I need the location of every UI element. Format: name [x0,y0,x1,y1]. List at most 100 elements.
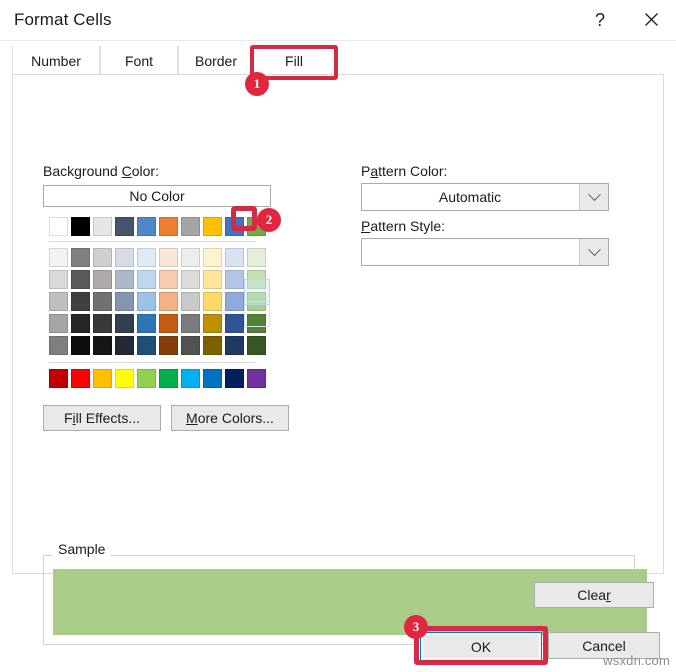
color-swatch[interactable] [137,248,156,267]
more-colors-button[interactable]: More Colors... [171,405,289,431]
color-swatch[interactable] [181,270,200,289]
color-swatch[interactable] [71,369,90,388]
format-cells-dialog: Format Cells ? NumberFontBorderFill Back… [0,0,676,672]
color-swatch[interactable] [115,248,134,267]
fill-tab-panel: Background Color: No Color Fill Effects.… [12,74,664,574]
color-swatch[interactable] [71,314,90,333]
color-swatch[interactable] [71,292,90,311]
color-swatch[interactable] [225,314,244,333]
ok-button-label: OK [422,634,540,659]
color-swatch[interactable] [203,217,222,236]
palette-tint-row-3 [49,292,256,312]
color-swatch[interactable] [115,336,134,355]
color-swatch[interactable] [115,270,134,289]
color-swatch[interactable] [181,248,200,267]
color-swatch[interactable] [203,248,222,267]
color-swatch[interactable] [115,314,134,333]
color-swatch[interactable] [93,292,112,311]
color-swatch[interactable] [49,369,68,388]
color-swatch[interactable] [159,314,178,333]
color-swatch[interactable] [71,336,90,355]
palette-standard-row [49,369,256,389]
chevron-down-icon[interactable] [579,184,608,210]
color-swatch[interactable] [137,336,156,355]
cancel-label: Cancel [582,638,626,654]
close-button[interactable] [628,0,674,39]
annotation-badge-2: 2 [257,208,281,232]
background-color-label: Background Color: [43,163,159,179]
annotation-badge-3: 3 [404,615,428,639]
color-swatch[interactable] [137,314,156,333]
watermark: wsxdn.com [603,653,670,668]
color-swatch[interactable] [159,369,178,388]
color-swatch[interactable] [225,369,244,388]
more-colors-label: More Colors... [186,410,274,426]
ok-button[interactable]: OK [420,632,542,661]
color-swatch[interactable] [137,217,156,236]
color-swatch[interactable] [93,217,112,236]
color-swatch[interactable] [181,292,200,311]
color-swatch[interactable] [71,248,90,267]
pattern-color-combobox[interactable]: Automatic [361,183,609,211]
color-swatch[interactable] [159,248,178,267]
color-swatch[interactable] [159,270,178,289]
tab-font[interactable]: Font [100,45,178,75]
color-swatch[interactable] [71,217,90,236]
color-swatch[interactable] [49,248,68,267]
color-swatch[interactable] [181,314,200,333]
tab-border[interactable]: Border [178,45,254,75]
color-swatch[interactable] [93,314,112,333]
fill-effects-button[interactable]: Fill Effects... [43,405,161,431]
help-button[interactable]: ? [577,0,623,39]
color-swatch[interactable] [159,336,178,355]
color-swatch[interactable] [115,217,134,236]
color-swatch[interactable] [49,292,68,311]
color-swatch[interactable] [137,270,156,289]
palette-divider [49,241,256,242]
color-swatch[interactable] [115,369,134,388]
pattern-style-combobox[interactable] [361,238,609,266]
color-swatch[interactable] [247,369,266,388]
color-swatch[interactable] [181,369,200,388]
color-swatch[interactable] [203,292,222,311]
color-swatch[interactable] [93,270,112,289]
palette-tint-row-5 [49,336,256,356]
clear-button[interactable]: Clear [534,582,654,608]
color-swatch[interactable] [49,217,68,236]
color-swatch[interactable] [247,336,266,355]
color-swatch[interactable] [71,270,90,289]
color-swatch[interactable] [203,336,222,355]
color-swatch[interactable] [93,248,112,267]
color-swatch[interactable] [181,336,200,355]
color-swatch[interactable] [159,217,178,236]
color-swatch[interactable] [203,369,222,388]
color-swatch[interactable] [203,270,222,289]
color-swatch[interactable] [159,292,178,311]
no-color-button[interactable]: No Color [43,185,271,207]
color-swatch[interactable] [49,270,68,289]
color-swatch[interactable] [247,248,266,267]
color-swatch[interactable] [225,336,244,355]
color-swatch[interactable] [49,314,68,333]
color-swatch[interactable] [93,336,112,355]
color-swatch[interactable] [49,336,68,355]
tab-fill[interactable]: Fill [254,45,334,75]
chevron-down-icon[interactable] [579,239,608,265]
color-swatch[interactable] [225,292,244,311]
close-icon [644,12,659,27]
color-swatch[interactable] [225,217,244,236]
color-swatch[interactable] [137,292,156,311]
color-swatch[interactable] [225,248,244,267]
pattern-style-label: Pattern Style: [361,218,445,234]
color-swatch[interactable] [225,270,244,289]
color-swatch[interactable] [181,217,200,236]
color-swatch[interactable] [93,369,112,388]
pattern-color-value: Automatic [362,184,578,210]
pattern-style-value [362,239,578,265]
color-swatch[interactable] [115,292,134,311]
clear-label: Clear [577,587,610,603]
tab-number[interactable]: Number [12,45,100,75]
color-swatch[interactable] [137,369,156,388]
palette-theme-row [49,217,256,237]
color-swatch[interactable] [203,314,222,333]
